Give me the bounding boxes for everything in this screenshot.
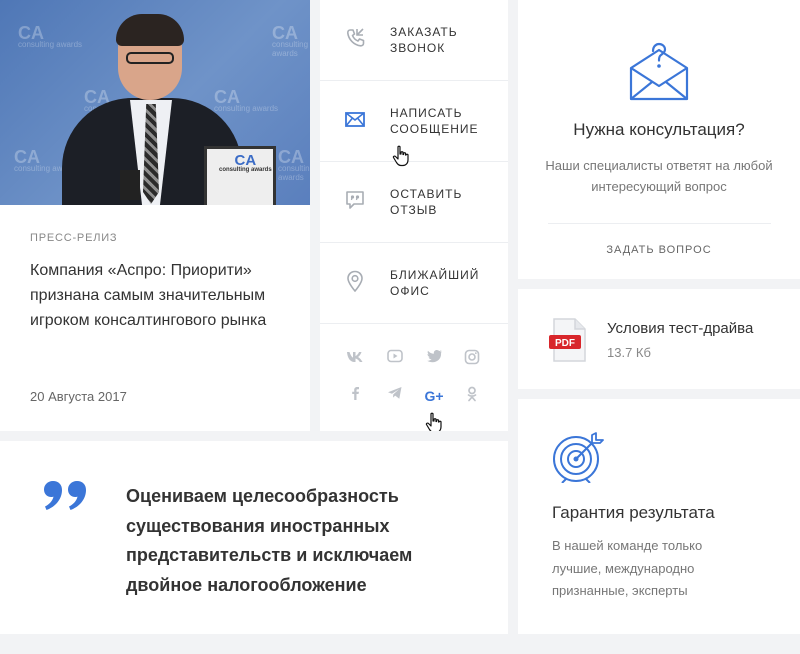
envelope-question-icon	[629, 42, 689, 101]
envelope-icon	[345, 112, 365, 127]
guarantee-title: Гарантия результата	[552, 503, 715, 522]
watermark-logo: CAconsulting awards	[272, 23, 309, 58]
press-date: 20 Августа 2017	[30, 389, 127, 404]
nearest-office-button[interactable]: Ближайший офис	[320, 243, 508, 324]
odnoklassniki-icon[interactable]	[462, 386, 482, 406]
telegram-icon[interactable]	[385, 386, 405, 406]
person-hair	[116, 14, 184, 46]
consultation-description: Наши специалисты ответят на любой интере…	[545, 158, 773, 194]
press-title-link[interactable]: Компания «Аспро: Приорити» признана самы…	[30, 258, 295, 333]
quote-card: Оцениваем целесообразность существования…	[0, 441, 508, 634]
pdf-file-icon: PDF	[549, 318, 586, 362]
contact-actions-card: Заказать звонок Написать сообщение Остав…	[320, 0, 508, 431]
press-label: Пресс-релиз	[30, 232, 118, 244]
write-message-button[interactable]: Написать сообщение	[320, 81, 508, 167]
consultation-title: Нужна консультация?	[573, 120, 745, 139]
guarantee-card: Гарантия результата В нашей команде толь…	[518, 399, 800, 634]
award-logo: CA consulting awards	[219, 152, 272, 173]
press-photo[interactable]: CA consulting awards CA consulting awards …	[0, 0, 310, 205]
leave-review-button[interactable]: Оставить отзыв	[320, 162, 508, 243]
youtube-icon[interactable]	[385, 349, 405, 369]
divider	[548, 223, 771, 224]
pdf-badge: PDF	[555, 338, 575, 349]
phone-callback-icon	[346, 28, 365, 47]
hand-cursor-icon	[425, 412, 442, 431]
instagram-icon[interactable]	[462, 349, 482, 369]
write-message-label: Написать сообщение	[390, 106, 479, 136]
twitter-icon[interactable]	[425, 349, 445, 369]
vk-icon[interactable]	[345, 349, 365, 369]
google-plus-icon[interactable]: G+	[422, 386, 446, 406]
award-trophy	[120, 170, 140, 200]
person-glasses	[126, 52, 174, 64]
file-download-card[interactable]: PDF Условия тест-драйва 13.7 Кб	[518, 289, 800, 389]
ask-question-link[interactable]: Задать вопрос	[518, 244, 800, 256]
watermark-logo: CAconsulting awards	[18, 23, 83, 49]
watermark-logo: CAconsulting awards	[214, 87, 279, 113]
press-release-card[interactable]: CA consulting awards CA consulting awards …	[0, 0, 310, 431]
consultation-card: Нужна консультация? Наши специалисты отв…	[518, 0, 800, 279]
quote-mark-icon	[44, 481, 86, 510]
quote-text: Оцениваем целесообразность существования…	[126, 486, 413, 595]
award-certificate: CA consulting awards	[204, 146, 276, 205]
chat-review-icon	[346, 191, 364, 209]
facebook-icon[interactable]	[345, 386, 365, 406]
file-size: 13.7 Кб	[607, 345, 651, 360]
order-call-label: Заказать звонок	[390, 25, 458, 55]
map-pin-icon	[347, 270, 363, 292]
watermark-logo: CAconsulting awards	[278, 147, 310, 182]
leave-review-label: Оставить отзыв	[390, 187, 463, 217]
guarantee-description: В нашей команде только лучшие, междунаро…	[552, 538, 703, 598]
order-call-button[interactable]: Заказать звонок	[320, 0, 508, 81]
target-icon	[553, 432, 604, 483]
nearest-office-label: Ближайший офис	[390, 268, 480, 298]
file-name[interactable]: Условия тест-драйва	[607, 320, 753, 337]
